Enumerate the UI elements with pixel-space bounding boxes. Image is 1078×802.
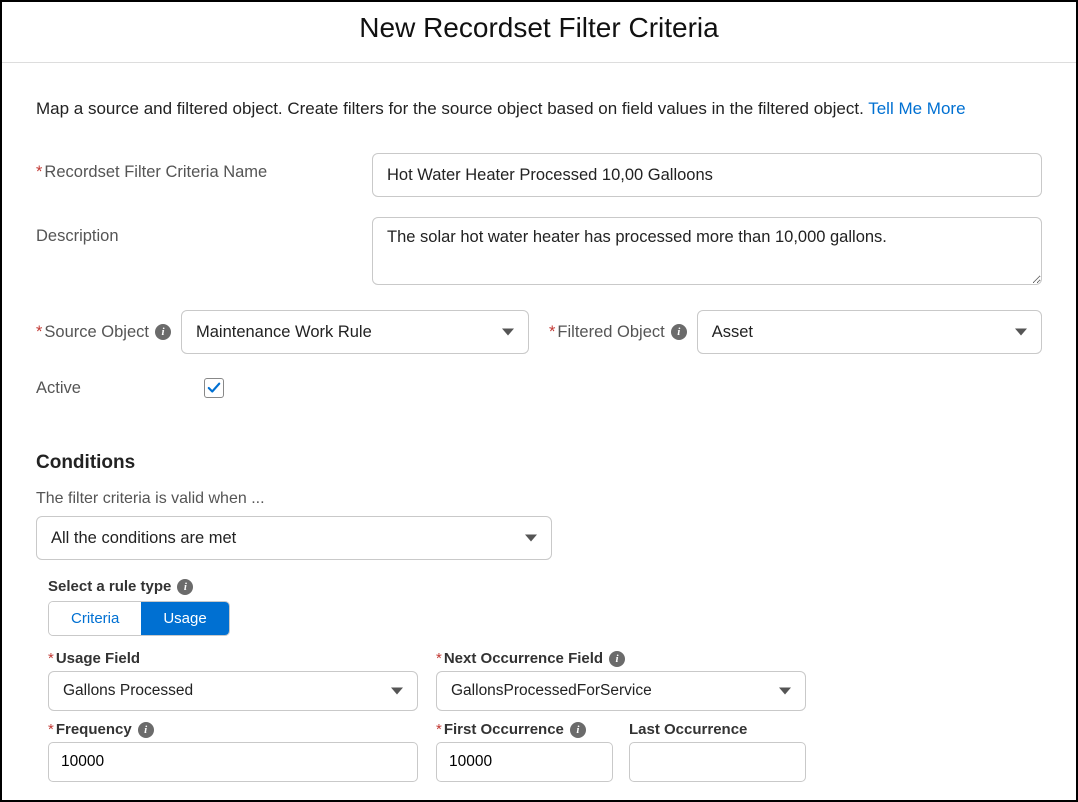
label-frequency: *Frequency i — [48, 721, 418, 738]
row-objects: *Source Object i Maintenance Work Rule *… — [36, 310, 1042, 354]
required-mark: * — [436, 650, 442, 667]
required-mark: * — [48, 721, 54, 738]
last-occ-label-text: Last Occurrence — [629, 721, 747, 738]
usage-grid: *Usage Field Gallons Processed *Next Occ… — [48, 650, 1042, 782]
frequency-label-text: Frequency — [56, 721, 132, 738]
rule-type-toggle: Criteria Usage — [48, 601, 230, 636]
label-filtered-object: *Filtered Object i — [549, 323, 687, 342]
tell-me-more-link[interactable]: Tell Me More — [868, 99, 965, 118]
required-mark: * — [436, 721, 442, 738]
conditions-title: Conditions — [36, 452, 1042, 474]
info-icon[interactable]: i — [138, 722, 154, 738]
next-occurrence-select[interactable]: GallonsProcessedForService — [436, 671, 806, 711]
info-icon[interactable]: i — [671, 324, 687, 340]
first-occurrence-input[interactable] — [436, 742, 613, 782]
chevron-down-icon — [391, 688, 403, 695]
filtered-label-text: Filtered Object — [557, 323, 664, 341]
chevron-down-icon — [1015, 329, 1027, 336]
filtered-object-value: Asset — [712, 323, 753, 342]
frequency-input[interactable] — [48, 742, 418, 782]
description-input[interactable]: The solar hot water heater has processed… — [372, 217, 1042, 285]
conditions-hint: The filter criteria is valid when ... — [36, 490, 1042, 508]
filtered-object-select[interactable]: Asset — [697, 310, 1042, 354]
info-icon[interactable]: i — [155, 324, 171, 340]
chevron-down-icon — [502, 329, 514, 336]
desc-label-text: Description — [36, 227, 119, 245]
modal-title: New Recordset Filter Criteria — [2, 12, 1076, 44]
required-mark: * — [48, 650, 54, 667]
label-name: *Recordset Filter Criteria Name — [36, 153, 372, 182]
condition-match-select[interactable]: All the conditions are met — [36, 516, 552, 560]
name-label-text: Recordset Filter Criteria Name — [44, 163, 267, 181]
source-object-select[interactable]: Maintenance Work Rule — [181, 310, 529, 354]
label-description: Description — [36, 217, 372, 246]
tab-usage[interactable]: Usage — [141, 602, 228, 635]
source-label-text: Source Object — [44, 323, 149, 341]
modal-window: New Recordset Filter Criteria Map a sour… — [0, 0, 1078, 802]
next-occ-label-text: Next Occurrence Field — [444, 650, 603, 667]
check-icon — [207, 381, 221, 395]
info-icon[interactable]: i — [570, 722, 586, 738]
intro-text: Map a source and filtered object. Create… — [36, 99, 1042, 119]
intro-body: Map a source and filtered object. Create… — [36, 99, 868, 118]
required-mark: * — [549, 323, 555, 341]
label-rule-type: Select a rule type i — [48, 578, 1042, 595]
modal-header: New Recordset Filter Criteria — [2, 2, 1076, 63]
rule-type-text: Select a rule type — [48, 578, 171, 595]
usage-field-value: Gallons Processed — [63, 682, 193, 700]
info-icon[interactable]: i — [177, 579, 193, 595]
modal-content: Map a source and filtered object. Create… — [2, 99, 1076, 782]
source-object-value: Maintenance Work Rule — [196, 323, 372, 342]
row-description: Description The solar hot water heater h… — [36, 217, 1042, 290]
required-mark: * — [36, 163, 42, 181]
row-active: Active — [36, 378, 1042, 398]
chevron-down-icon — [525, 535, 537, 542]
label-usage-field: *Usage Field — [48, 650, 418, 667]
usage-field-label-text: Usage Field — [56, 650, 140, 667]
next-occ-value: GallonsProcessedForService — [451, 682, 652, 700]
label-last-occurrence: Last Occurrence — [629, 721, 806, 738]
last-occurrence-input[interactable] — [629, 742, 806, 782]
rule-block: Select a rule type i Criteria Usage *Usa… — [36, 578, 1042, 782]
label-first-occurrence: *First Occurrence i — [436, 721, 613, 738]
info-icon[interactable]: i — [609, 651, 625, 667]
name-input[interactable] — [372, 153, 1042, 197]
tab-criteria[interactable]: Criteria — [49, 602, 141, 635]
label-active: Active — [36, 379, 204, 398]
chevron-down-icon — [779, 688, 791, 695]
condition-match-value: All the conditions are met — [51, 529, 236, 548]
label-source-object: *Source Object i — [36, 323, 171, 342]
first-occ-label-text: First Occurrence — [444, 721, 564, 738]
usage-field-select[interactable]: Gallons Processed — [48, 671, 418, 711]
required-mark: * — [36, 323, 42, 341]
row-name: *Recordset Filter Criteria Name — [36, 153, 1042, 197]
label-next-occurrence: *Next Occurrence Field i — [436, 650, 806, 667]
active-checkbox[interactable] — [204, 378, 224, 398]
